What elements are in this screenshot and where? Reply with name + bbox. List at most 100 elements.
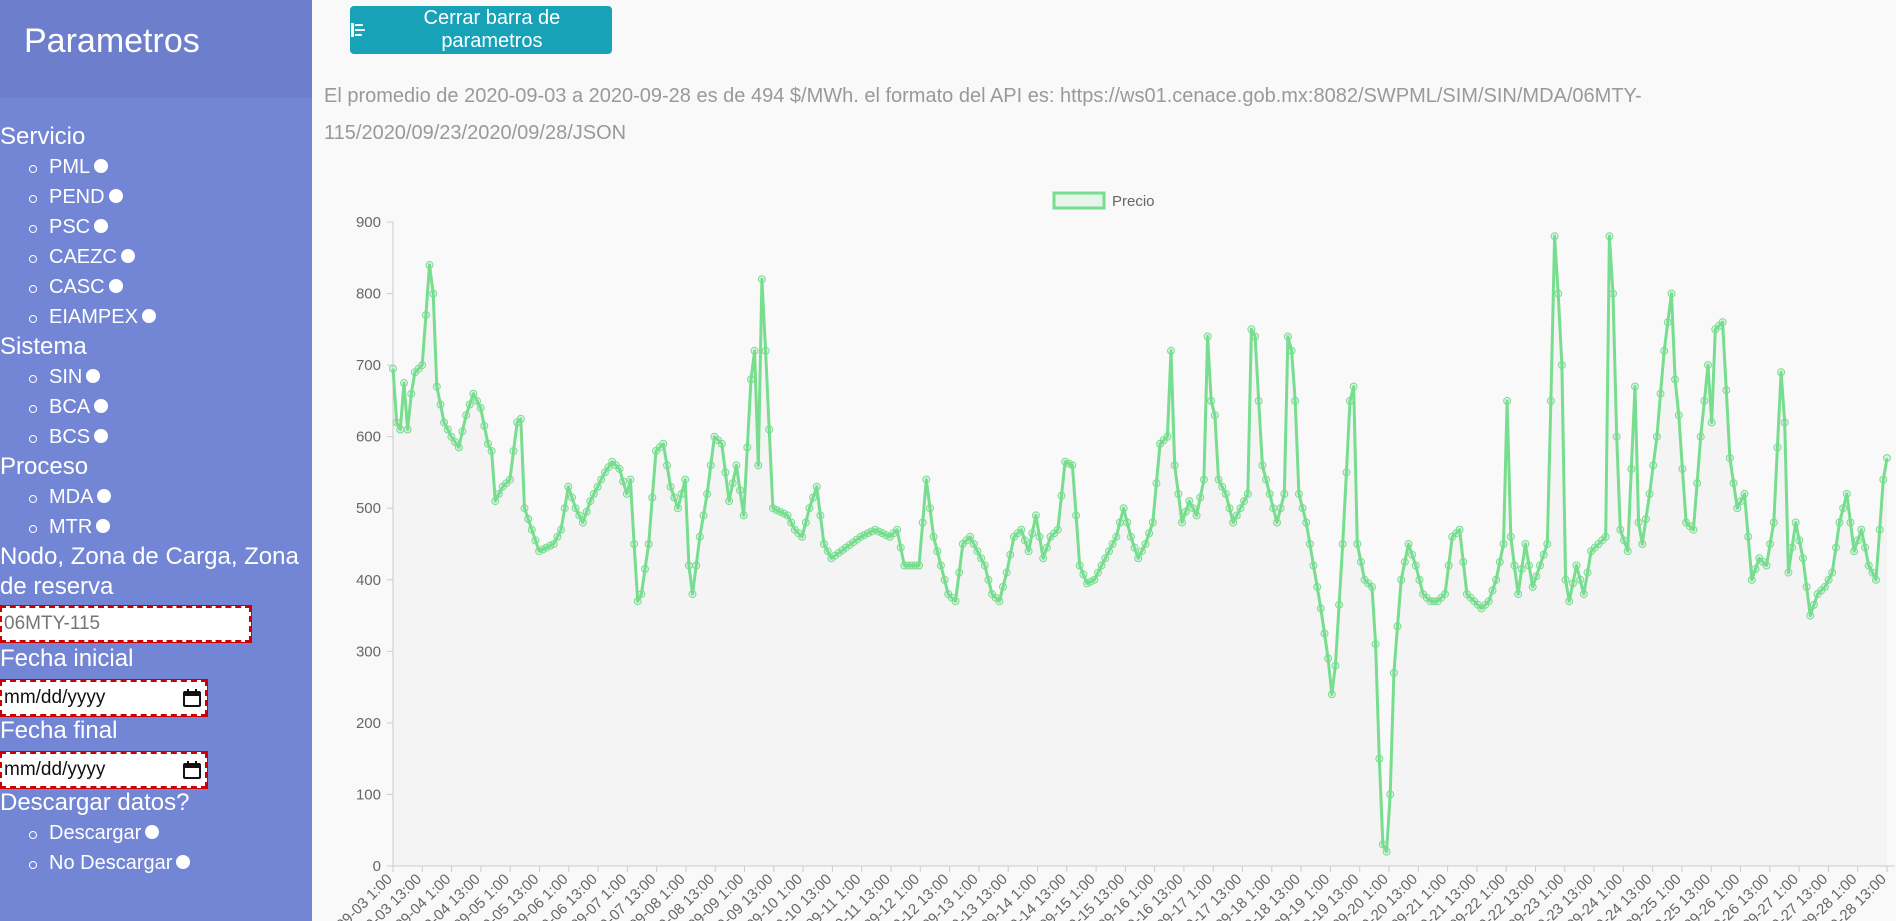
data-point[interactable] [1820, 582, 1829, 591]
radio-button[interactable] [94, 399, 109, 414]
data-point[interactable] [736, 486, 744, 495]
data-point[interactable] [564, 482, 573, 491]
data-point[interactable] [1857, 525, 1866, 534]
data-point[interactable] [1514, 590, 1523, 599]
data-point[interactable] [805, 504, 814, 513]
data-point[interactable] [1835, 518, 1844, 527]
data-point[interactable] [1495, 557, 1504, 566]
data-point[interactable] [615, 464, 624, 473]
data-point[interactable] [750, 346, 759, 355]
data-point[interactable] [582, 507, 591, 516]
data-point[interactable] [1846, 518, 1855, 527]
data-point[interactable] [1097, 561, 1106, 570]
data-point[interactable] [984, 575, 993, 584]
data-point[interactable] [1780, 418, 1789, 427]
data-point[interactable] [816, 511, 825, 520]
data-point[interactable] [1382, 847, 1391, 856]
data-point[interactable] [1806, 611, 1815, 620]
data-point[interactable] [1689, 525, 1698, 534]
data-point[interactable] [1769, 518, 1778, 527]
data-point[interactable] [1831, 543, 1840, 552]
data-point[interactable] [473, 396, 481, 405]
data-point[interactable] [1707, 418, 1716, 427]
data-point[interactable] [1276, 504, 1285, 513]
data-point[interactable] [549, 540, 558, 548]
data-point[interactable] [1327, 690, 1336, 699]
data-point[interactable] [1105, 547, 1113, 556]
radio-option-bca[interactable]: BCA [0, 392, 312, 422]
data-point[interactable] [695, 532, 704, 541]
data-point[interactable] [1207, 396, 1216, 405]
data-point[interactable] [1148, 518, 1157, 527]
data-point[interactable] [630, 540, 639, 548]
radio-button[interactable] [94, 219, 109, 234]
data-point[interactable] [1346, 396, 1354, 405]
radio-button[interactable] [120, 249, 135, 264]
data-point[interactable] [995, 597, 1004, 606]
data-point[interactable] [1181, 507, 1190, 516]
data-point[interactable] [1031, 511, 1040, 520]
data-point[interactable] [1273, 518, 1281, 527]
data-point[interactable] [1262, 475, 1270, 484]
data-point[interactable] [1568, 579, 1577, 588]
data-point[interactable] [1799, 554, 1807, 563]
data-point[interactable] [1536, 561, 1544, 570]
data-point[interactable] [1269, 504, 1278, 513]
data-point[interactable] [1210, 411, 1219, 420]
data-point[interactable] [966, 532, 975, 541]
data-point[interactable] [553, 532, 562, 541]
data-point[interactable] [1247, 325, 1256, 334]
data-point[interactable] [1214, 475, 1223, 484]
data-point[interactable] [1788, 543, 1796, 552]
data-point[interactable] [1499, 540, 1508, 548]
data-point[interactable] [1243, 489, 1252, 498]
data-point[interactable] [462, 411, 471, 420]
data-point[interactable] [1656, 389, 1665, 398]
data-point[interactable] [670, 493, 679, 502]
data-point[interactable] [1875, 525, 1884, 534]
data-point[interactable] [1232, 511, 1241, 520]
data-point[interactable] [1335, 600, 1344, 609]
data-point[interactable] [641, 565, 649, 573]
data-point[interactable] [699, 511, 708, 520]
data-point[interactable] [703, 489, 712, 498]
data-point[interactable] [586, 497, 595, 506]
data-point[interactable] [1605, 232, 1614, 241]
data-point[interactable] [1674, 411, 1683, 420]
data-point[interactable] [973, 547, 982, 556]
calendar-icon[interactable] [182, 760, 202, 780]
data-point[interactable] [1850, 547, 1859, 556]
data-point[interactable] [980, 561, 989, 570]
data-point[interactable] [597, 475, 606, 484]
data-point[interactable] [407, 389, 416, 398]
data-point[interactable] [1042, 543, 1051, 552]
radio-option-eiampex[interactable]: EIAMPEX [0, 302, 312, 332]
data-point[interactable] [1525, 561, 1533, 570]
data-point[interactable] [765, 425, 774, 434]
data-point[interactable] [418, 361, 427, 370]
data-point[interactable] [926, 504, 934, 513]
data-point[interactable] [443, 425, 452, 434]
data-point[interactable] [969, 540, 978, 548]
data-point[interactable] [896, 543, 905, 552]
data-point[interactable] [1528, 582, 1537, 591]
data-point[interactable] [557, 525, 565, 534]
data-point[interactable] [1620, 536, 1628, 545]
data-point[interactable] [1338, 540, 1347, 548]
data-point[interactable] [757, 275, 766, 284]
data-point[interactable] [663, 461, 671, 470]
data-point[interactable] [1126, 532, 1135, 541]
data-point[interactable] [1368, 582, 1376, 591]
data-point[interactable] [491, 497, 500, 506]
data-point[interactable] [929, 532, 938, 541]
data-point[interactable] [1075, 561, 1084, 570]
data-point[interactable] [1532, 572, 1541, 581]
data-point[interactable] [1251, 332, 1260, 341]
data-point[interactable] [1828, 568, 1837, 577]
data-point[interactable] [1521, 540, 1530, 548]
data-point[interactable] [659, 439, 668, 448]
data-point[interactable] [1221, 489, 1230, 498]
data-point[interactable] [527, 525, 536, 534]
data-point[interactable] [578, 518, 587, 527]
data-point[interactable] [823, 547, 832, 556]
